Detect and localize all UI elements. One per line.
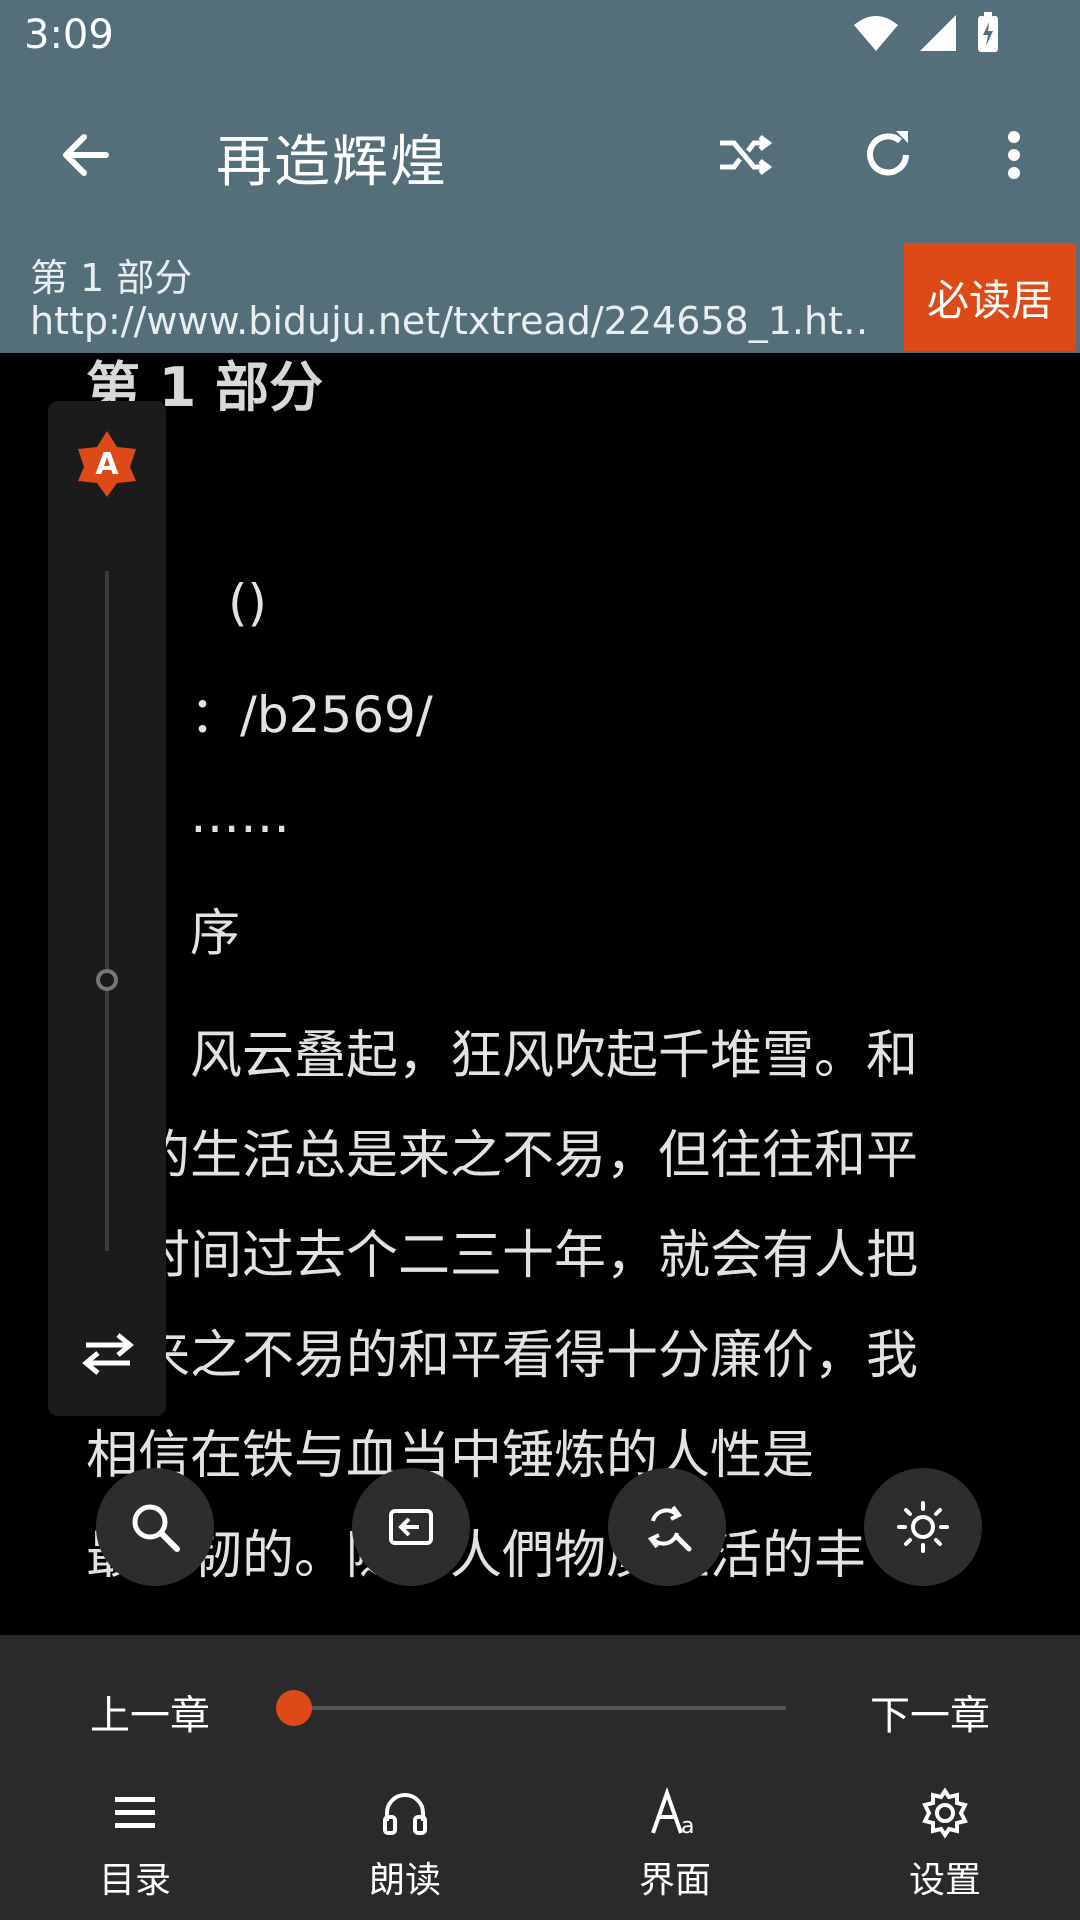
brightness-slider-knob[interactable] (96, 969, 118, 991)
prev-chapter-button[interactable]: 上一章 (90, 1683, 210, 1741)
source-badge-button[interactable]: 必读居 (904, 243, 1076, 351)
chapter-progress-knob[interactable] (276, 1690, 312, 1726)
chapter-progress-slider[interactable] (292, 1706, 786, 1710)
font-icon: a (651, 1786, 694, 1839)
back-arrow-icon[interactable] (56, 125, 116, 185)
tab-settings[interactable]: 设置 (845, 1785, 1045, 1903)
status-bar: 3:09 (0, 0, 1080, 75)
text-line: () (228, 574, 268, 632)
shuffle-icon[interactable] (712, 123, 776, 187)
paragraph-line: 风云叠起，狂风吹起千堆雪。和 (86, 1026, 919, 1086)
auto-brightness-label: A (95, 447, 119, 482)
chapter-url: http://www.biduju.net/txtread/224658_1.h… (30, 299, 870, 343)
tab-label: 朗读 (368, 1860, 441, 1901)
paragraph-line: 这来之不易的和平看得十分廉价，我 (86, 1326, 919, 1386)
tab-read-aloud[interactable]: 朗读 (305, 1785, 505, 1903)
brightness-icon (897, 1501, 949, 1553)
brightness-panel: A (48, 401, 166, 1416)
brightness-slider[interactable] (105, 571, 109, 1251)
tab-label: 界面 (638, 1860, 711, 1901)
search-button[interactable] (96, 1468, 214, 1586)
wifi-icon (854, 16, 898, 51)
tab-catalog[interactable]: 目录 (35, 1785, 235, 1903)
signal-icon (920, 15, 956, 51)
replace-button[interactable] (608, 1468, 726, 1586)
tab-interface[interactable]: a 界面 (575, 1785, 775, 1903)
more-vert-icon[interactable] (988, 123, 1052, 187)
battery-icon (978, 12, 998, 52)
swap-horizontal-icon[interactable] (78, 1329, 138, 1379)
brightness-button[interactable] (864, 1468, 982, 1586)
paragraph-line: 最坚韧的。随着人們物质生活的丰 (86, 1526, 867, 1586)
paragraph-line: 的时间过去个二三十年，就会有人把 (86, 1226, 919, 1286)
find-replace-icon (647, 1505, 692, 1552)
source-bar[interactable]: 第 1 部分 http://www.biduju.net/txtread/224… (0, 235, 1080, 353)
auto-brightness-icon[interactable]: A (72, 429, 142, 499)
headphones-icon (383, 1793, 427, 1835)
app-bar: 再造辉煌 (0, 75, 1080, 235)
status-icons (852, 12, 1000, 54)
autoscroll-button[interactable] (352, 1468, 470, 1586)
paragraph: 风云叠起，狂风吹起千堆雪。和 平的生活总是来之不易，但往往和平 的时间过去个二三… (86, 1006, 996, 1606)
text-line: ：/b2569/ (190, 686, 433, 744)
refresh-icon[interactable] (856, 123, 920, 187)
paragraph-line: 相信在铁与血当中锤炼的人性是 (86, 1426, 815, 1486)
text-line: 序 (190, 904, 240, 962)
gear-icon (922, 1787, 968, 1839)
chapter-name: 第 1 部分 (30, 256, 193, 300)
status-time: 3:09 (24, 12, 114, 58)
list-icon (115, 1797, 155, 1828)
tab-label: 设置 (908, 1860, 981, 1901)
bottom-toolbar: 上一章 下一章 目录 朗读 a 界面 设置 (0, 1635, 1080, 1920)
book-title: 再造辉煌 (216, 130, 448, 195)
paragraph-line: 平的生活总是来之不易，但往往和平 (86, 1126, 919, 1186)
next-chapter-button[interactable]: 下一章 (870, 1683, 990, 1741)
search-icon (132, 1504, 180, 1552)
svg-text:a: a (681, 1814, 694, 1839)
text-line: …… (190, 786, 290, 844)
tab-label: 目录 (98, 1860, 171, 1901)
exit-icon (389, 1509, 433, 1545)
